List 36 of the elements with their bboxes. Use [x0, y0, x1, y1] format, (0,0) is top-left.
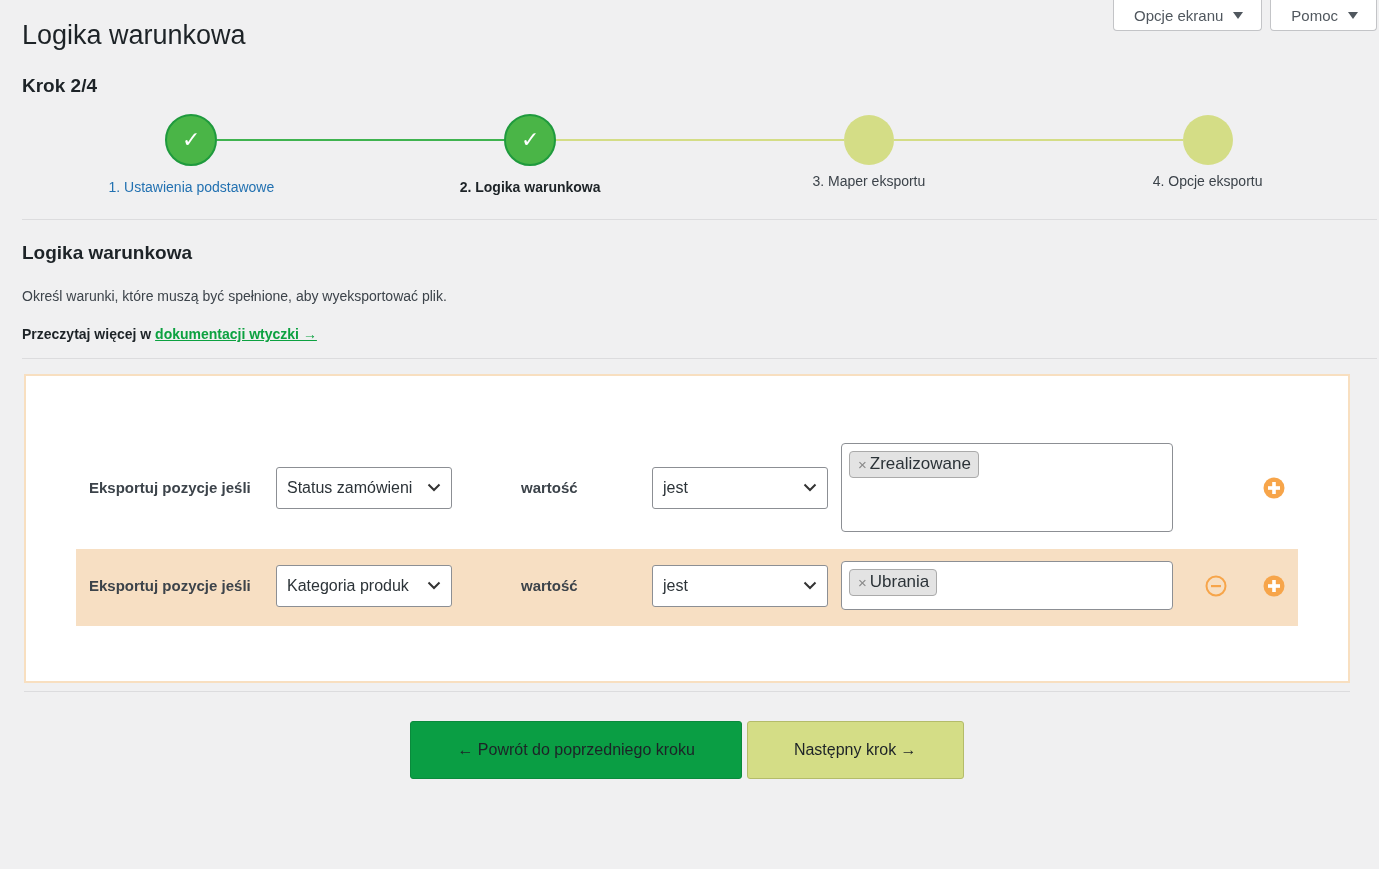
step-check-circle: ✓	[165, 114, 218, 166]
chevron-down-icon	[427, 483, 441, 492]
read-more-text: Przeczytaj więcej w dokumentacji wtyczki →	[22, 326, 1377, 359]
minus-circle-icon[interactable]	[1205, 574, 1227, 597]
step-label: 2. Logika warunkowa	[459, 179, 601, 195]
triangle-down-icon	[1233, 11, 1244, 19]
chevron-down-icon	[803, 581, 817, 590]
page-title: Logika warunkowa	[22, 20, 246, 51]
values-field[interactable]: × Ubrania	[841, 561, 1173, 610]
chevron-down-icon	[803, 483, 817, 492]
values-field[interactable]: × Zrealizowane	[841, 443, 1173, 532]
chevron-down-icon	[427, 581, 441, 590]
step-counter: Krok 2/4	[22, 75, 98, 97]
operator-select[interactable]: jest	[652, 564, 828, 607]
field-select[interactable]: Status zamówieni	[276, 466, 452, 509]
triangle-down-icon	[1348, 11, 1358, 19]
value-tag: × Zrealizowane	[849, 451, 979, 478]
step-check-circle: ✓	[504, 114, 557, 166]
step-label: 3. Maper eksportu	[812, 173, 926, 189]
operator-select[interactable]: jest	[652, 466, 828, 509]
plus-circle-icon[interactable]	[1263, 574, 1285, 597]
rule-label: Eksportuj pozycje jeśli	[89, 577, 252, 594]
section-description: Określ warunki, które muszą być spełnione, aby wyeksportować plik.	[22, 288, 448, 304]
back-button[interactable]: ← Powrót do poprzedniego kroku	[410, 721, 742, 779]
header-dropdown-button[interactable]: Pomoc	[1270, 0, 1377, 31]
plus-circle-icon[interactable]	[1263, 476, 1285, 499]
header-dropdown-button[interactable]: Opcje ekranu	[1113, 0, 1263, 31]
step-label: 4. Opcje eksportu	[1152, 173, 1263, 189]
section-title: Logika warunkowa	[22, 242, 193, 264]
value-label: wartość	[520, 479, 579, 496]
next-button[interactable]: Następny krok →	[746, 721, 964, 779]
field-select[interactable]: Kategoria produk	[276, 564, 452, 607]
value-tag: × Ubrania	[849, 569, 938, 596]
value-label: wartość	[520, 577, 579, 594]
step-label[interactable]: 1. Ustawienia podstawowe	[108, 179, 275, 195]
rule-label: Eksportuj pozycje jeśli	[89, 479, 252, 496]
